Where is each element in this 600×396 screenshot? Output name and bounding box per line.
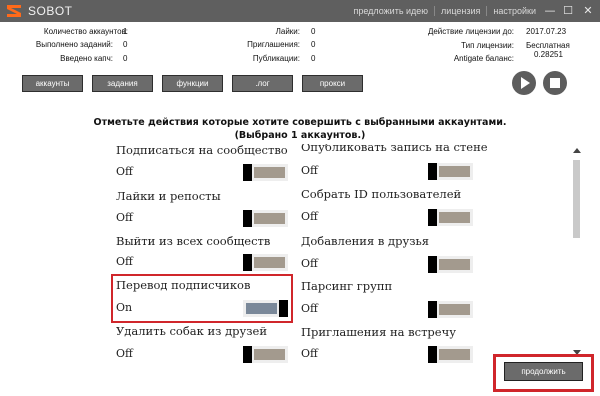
license-type-value: Бесплатная xyxy=(526,41,570,50)
scroll-up-icon[interactable] xyxy=(573,148,581,153)
suggest-idea-link[interactable]: предложить идею xyxy=(347,6,434,16)
title-bar: SOBOT предложить идею лицензия настройки… xyxy=(0,0,600,22)
minimize-icon[interactable]: — xyxy=(542,3,558,19)
tab-proxy[interactable]: прокси xyxy=(302,75,363,92)
instruction-line-1: Отметьте действия которые хотите соверши… xyxy=(93,117,507,128)
action-title-parse-groups: Парсинг групп xyxy=(301,279,393,293)
action-title-leave-communities: Выйти из всех сообществ xyxy=(116,234,271,248)
action-title-meeting-invites: Приглашения на встречу xyxy=(301,325,456,339)
posts-value: 0 xyxy=(311,54,316,63)
action-state-meeting-invites: Off xyxy=(301,347,318,360)
actions-scrollbar[interactable] xyxy=(572,146,581,364)
instruction-line-2: (Выбрано 1 аккаунтов.) xyxy=(234,130,366,141)
action-title-add-friends: Добавления в друзья xyxy=(301,234,430,248)
license-link[interactable]: лицензия xyxy=(434,6,486,16)
captcha-value: 0 xyxy=(123,54,128,63)
posts-label: Публикации: xyxy=(252,54,300,63)
action-state-add-friends: Off xyxy=(301,257,318,270)
action-title-subscribe-community: Подписаться на сообщество xyxy=(116,144,288,157)
action-title-collect-user-ids: Собрать ID пользователей xyxy=(301,187,462,201)
action-state-parse-groups: Off xyxy=(301,302,318,315)
action-state-collect-user-ids: Off xyxy=(301,210,318,223)
accounts-value: 1 xyxy=(123,27,128,36)
toggle-remove-dogs[interactable] xyxy=(243,346,288,363)
likes-value: 0 xyxy=(311,27,316,36)
tasks-label: Выполнено заданий: xyxy=(35,40,113,49)
license-type-label: Тип лицензии: xyxy=(461,41,514,50)
action-title-likes-reposts: Лайки и репосты xyxy=(116,189,221,203)
instruction-text: Отметьте действия которые хотите соверши… xyxy=(0,116,600,142)
toggle-meeting-invites[interactable] xyxy=(428,346,473,363)
license-until-label: Действие лицензии до: xyxy=(427,27,514,36)
settings-link[interactable]: настройки xyxy=(486,6,542,16)
toggle-likes-reposts[interactable] xyxy=(243,210,288,227)
maximize-icon[interactable]: ☐ xyxy=(560,3,576,19)
action-title-publish-wall-post: Опубликовать запись на стене xyxy=(301,144,488,154)
sobot-logo-icon xyxy=(7,5,21,17)
likes-label: Лайки: xyxy=(275,27,300,36)
tab-log[interactable]: .лог xyxy=(232,75,293,92)
close-icon[interactable]: ✕ xyxy=(580,3,596,19)
action-state-remove-dogs: Off xyxy=(116,347,133,360)
continue-button[interactable]: продолжить xyxy=(504,362,583,381)
stats-panel: Количество аккаунтов: 1 Выполнено задани… xyxy=(0,24,600,66)
scroll-thumb[interactable] xyxy=(573,160,580,238)
action-state-likes-reposts: Off xyxy=(116,211,133,224)
action-state-subscribe-community: Off xyxy=(116,165,133,178)
toggle-subscribe-community[interactable] xyxy=(243,164,288,181)
invites-value: 0 xyxy=(311,40,316,49)
app-title: SOBOT xyxy=(28,4,73,18)
tab-bar: аккаунты задания функции .лог прокси xyxy=(22,75,363,92)
action-state-publish-wall-post: Off xyxy=(301,164,318,177)
invites-label: Приглашения: xyxy=(247,40,300,49)
toggle-collect-user-ids[interactable] xyxy=(428,209,473,226)
antigate-value: 0.28251 xyxy=(534,50,563,59)
toggle-add-friends[interactable] xyxy=(428,256,473,273)
play-icon[interactable] xyxy=(512,71,536,95)
selected-option-highlight xyxy=(111,274,293,323)
tab-tasks[interactable]: задания xyxy=(92,75,153,92)
license-until-value: 2017.07.23 xyxy=(526,27,567,36)
actions-list: Подписаться на сообщество Off Лайки и ре… xyxy=(0,144,584,366)
tasks-value: 0 xyxy=(123,40,128,49)
action-title-remove-dogs: Удалить собак из друзей xyxy=(116,324,268,338)
accounts-label: Количество аккаунтов: xyxy=(43,27,128,36)
captcha-label: Введено капч: xyxy=(60,54,113,63)
toggle-publish-wall-post[interactable] xyxy=(428,163,473,180)
action-state-leave-communities: Off xyxy=(116,255,133,268)
antigate-label: Antigate баланс: xyxy=(453,54,514,63)
tab-functions[interactable]: функции xyxy=(162,75,223,92)
tab-accounts[interactable]: аккаунты xyxy=(22,75,83,92)
stop-icon[interactable] xyxy=(543,71,567,95)
toggle-parse-groups[interactable] xyxy=(428,301,473,318)
toggle-leave-communities[interactable] xyxy=(243,254,288,271)
